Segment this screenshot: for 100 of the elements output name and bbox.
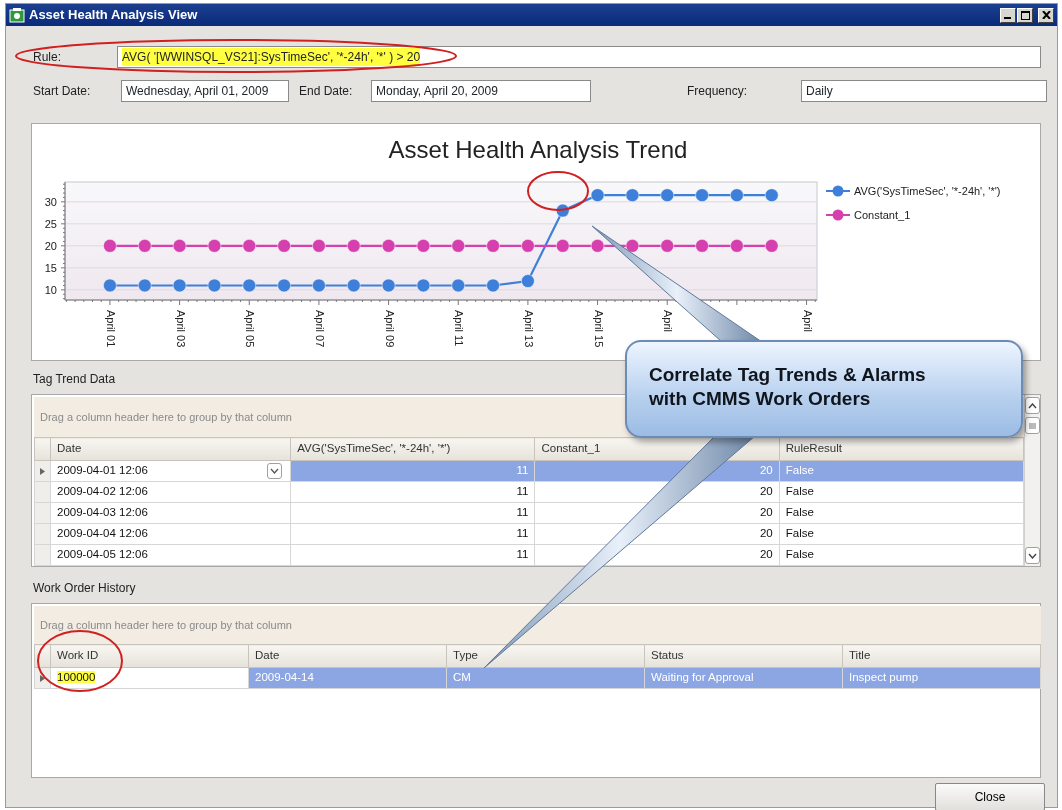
data-point (172, 238, 187, 253)
legend-label: Constant_1 (854, 209, 911, 221)
table-cell: 2009-04-03 12:06 (50, 502, 291, 524)
column-header[interactable]: Status (644, 644, 843, 668)
close-icon (1041, 11, 1051, 19)
vertical-scrollbar[interactable] (1024, 395, 1040, 566)
data-point (137, 238, 152, 253)
data-point (764, 188, 779, 203)
column-header[interactable]: Title (842, 644, 1041, 668)
chevron-down-icon (270, 468, 280, 474)
rule-label: Rule: (33, 49, 62, 66)
data-point (590, 238, 605, 253)
data-point (520, 238, 535, 253)
window-title: Asset Health Analysis View (29, 6, 198, 25)
table-cell: 100000 (50, 667, 249, 689)
column-header[interactable]: Work ID (50, 644, 249, 668)
data-point (207, 238, 222, 253)
data-point (729, 238, 744, 253)
x-tick-label: April (801, 310, 814, 332)
y-tick-label: 30 (44, 195, 57, 208)
column-header[interactable]: AVG('SysTimeSec', '*-24h', '*') (290, 437, 535, 461)
y-tick-label: 25 (44, 217, 57, 230)
group-by-hint: Drag a column header here to group by that column (40, 617, 292, 633)
table-cell: False (779, 544, 1024, 566)
legend-label: AVG('SysTimeSec', '*-24h', '*') (854, 185, 1001, 197)
column-header[interactable]: RuleResult (779, 437, 1024, 461)
dropdown-button[interactable] (267, 463, 283, 479)
table-cell: False (779, 460, 1024, 482)
current-row-icon (40, 467, 45, 475)
data-point (555, 238, 570, 253)
table-cell: 2009-04-04 12:06 (50, 523, 291, 545)
table-cell: 2009-04-14 (248, 667, 447, 689)
data-point (660, 188, 675, 203)
close-button[interactable]: Close (935, 783, 1045, 810)
data-point (416, 238, 431, 253)
x-tick-label: April 13 (523, 310, 535, 348)
x-tick-label: April 11 (453, 310, 466, 347)
table-cell: 2009-04-05 12:06 (50, 544, 291, 566)
table-cell: 2009-04-02 12:06 (50, 481, 291, 503)
table-cell: False (779, 481, 1024, 503)
data-point (625, 238, 640, 253)
table-cell: 2009-04-01 12:06 (50, 460, 291, 482)
chart-title: Asset Health Analysis Trend (388, 136, 688, 163)
legend-marker (825, 185, 851, 197)
table-cell: False (779, 523, 1024, 545)
data-point (764, 238, 779, 253)
annotation-ellipse (527, 171, 589, 211)
table-cell: Inspect pump (842, 667, 1041, 689)
chevron-down-icon (1028, 552, 1037, 559)
scrollbar-thumb[interactable] (1025, 417, 1040, 434)
table-cell: 11 (290, 502, 535, 524)
x-tick-label: April 03 (174, 310, 187, 348)
x-tick-label: April 01 (105, 310, 118, 348)
section-title: Work Order History (33, 580, 136, 595)
data-point (451, 238, 466, 253)
data-point (346, 238, 361, 253)
legend-marker (825, 209, 851, 221)
callout-text: Correlate Tag Trends & Alarms with CMMS Work Orders (625, 340, 1023, 438)
date-field[interactable]: Wednesday, April 01, 2009 (121, 80, 289, 102)
column-header[interactable]: Date (50, 437, 291, 461)
table-cell: Waiting for Approval (644, 667, 843, 689)
x-tick-label: April 15 (592, 310, 605, 348)
app-icon (9, 7, 25, 23)
x-tick-label: April (662, 310, 675, 332)
table-cell: 11 (290, 460, 535, 482)
table-cell: CM (446, 667, 645, 689)
table-cell: 11 (290, 544, 535, 566)
table-cell: False (779, 502, 1024, 524)
frequency-field[interactable]: Daily (801, 80, 1047, 102)
data-point (381, 238, 396, 253)
y-tick-label: 10 (44, 283, 57, 296)
x-tick-label: April 09 (383, 310, 396, 348)
maximize-button[interactable] (1017, 7, 1033, 23)
current-row-icon (40, 674, 45, 682)
column-header[interactable]: Date (248, 644, 447, 668)
chevron-up-icon (1028, 402, 1037, 409)
minimize-button[interactable] (1000, 7, 1016, 23)
table-cell: 11 (290, 481, 535, 503)
close-button[interactable] (1038, 7, 1054, 23)
data-point (660, 238, 675, 253)
rule-field[interactable]: AVG( '[WWINSQL_VS21]:SysTimeSec', '*-24h', '*' ) > 20 (117, 46, 1041, 68)
scroll-down-button[interactable] (1025, 547, 1040, 564)
frequency-label: Frequency: (687, 83, 749, 100)
group-by-hint: Drag a column header here to group by that column (40, 409, 292, 425)
table-cell: 11 (290, 523, 535, 545)
section-title: Tag Trend Data (33, 371, 116, 386)
data-point (729, 188, 744, 203)
grip-icon (1029, 422, 1036, 429)
scroll-up-button[interactable] (1025, 397, 1040, 414)
y-tick-label: 15 (44, 261, 57, 274)
x-tick-label: April 07 (314, 310, 326, 348)
date-field[interactable]: Monday, April 20, 2009 (371, 80, 591, 102)
data-point (242, 238, 257, 253)
x-tick-label: April 05 (244, 310, 257, 348)
maximize-icon (1020, 10, 1030, 20)
date-label: Start Date: (33, 83, 92, 100)
data-point (625, 188, 640, 203)
column-header[interactable]: Type (446, 644, 645, 668)
y-tick-label: 20 (44, 239, 57, 252)
date-label: End Date: (299, 83, 354, 100)
